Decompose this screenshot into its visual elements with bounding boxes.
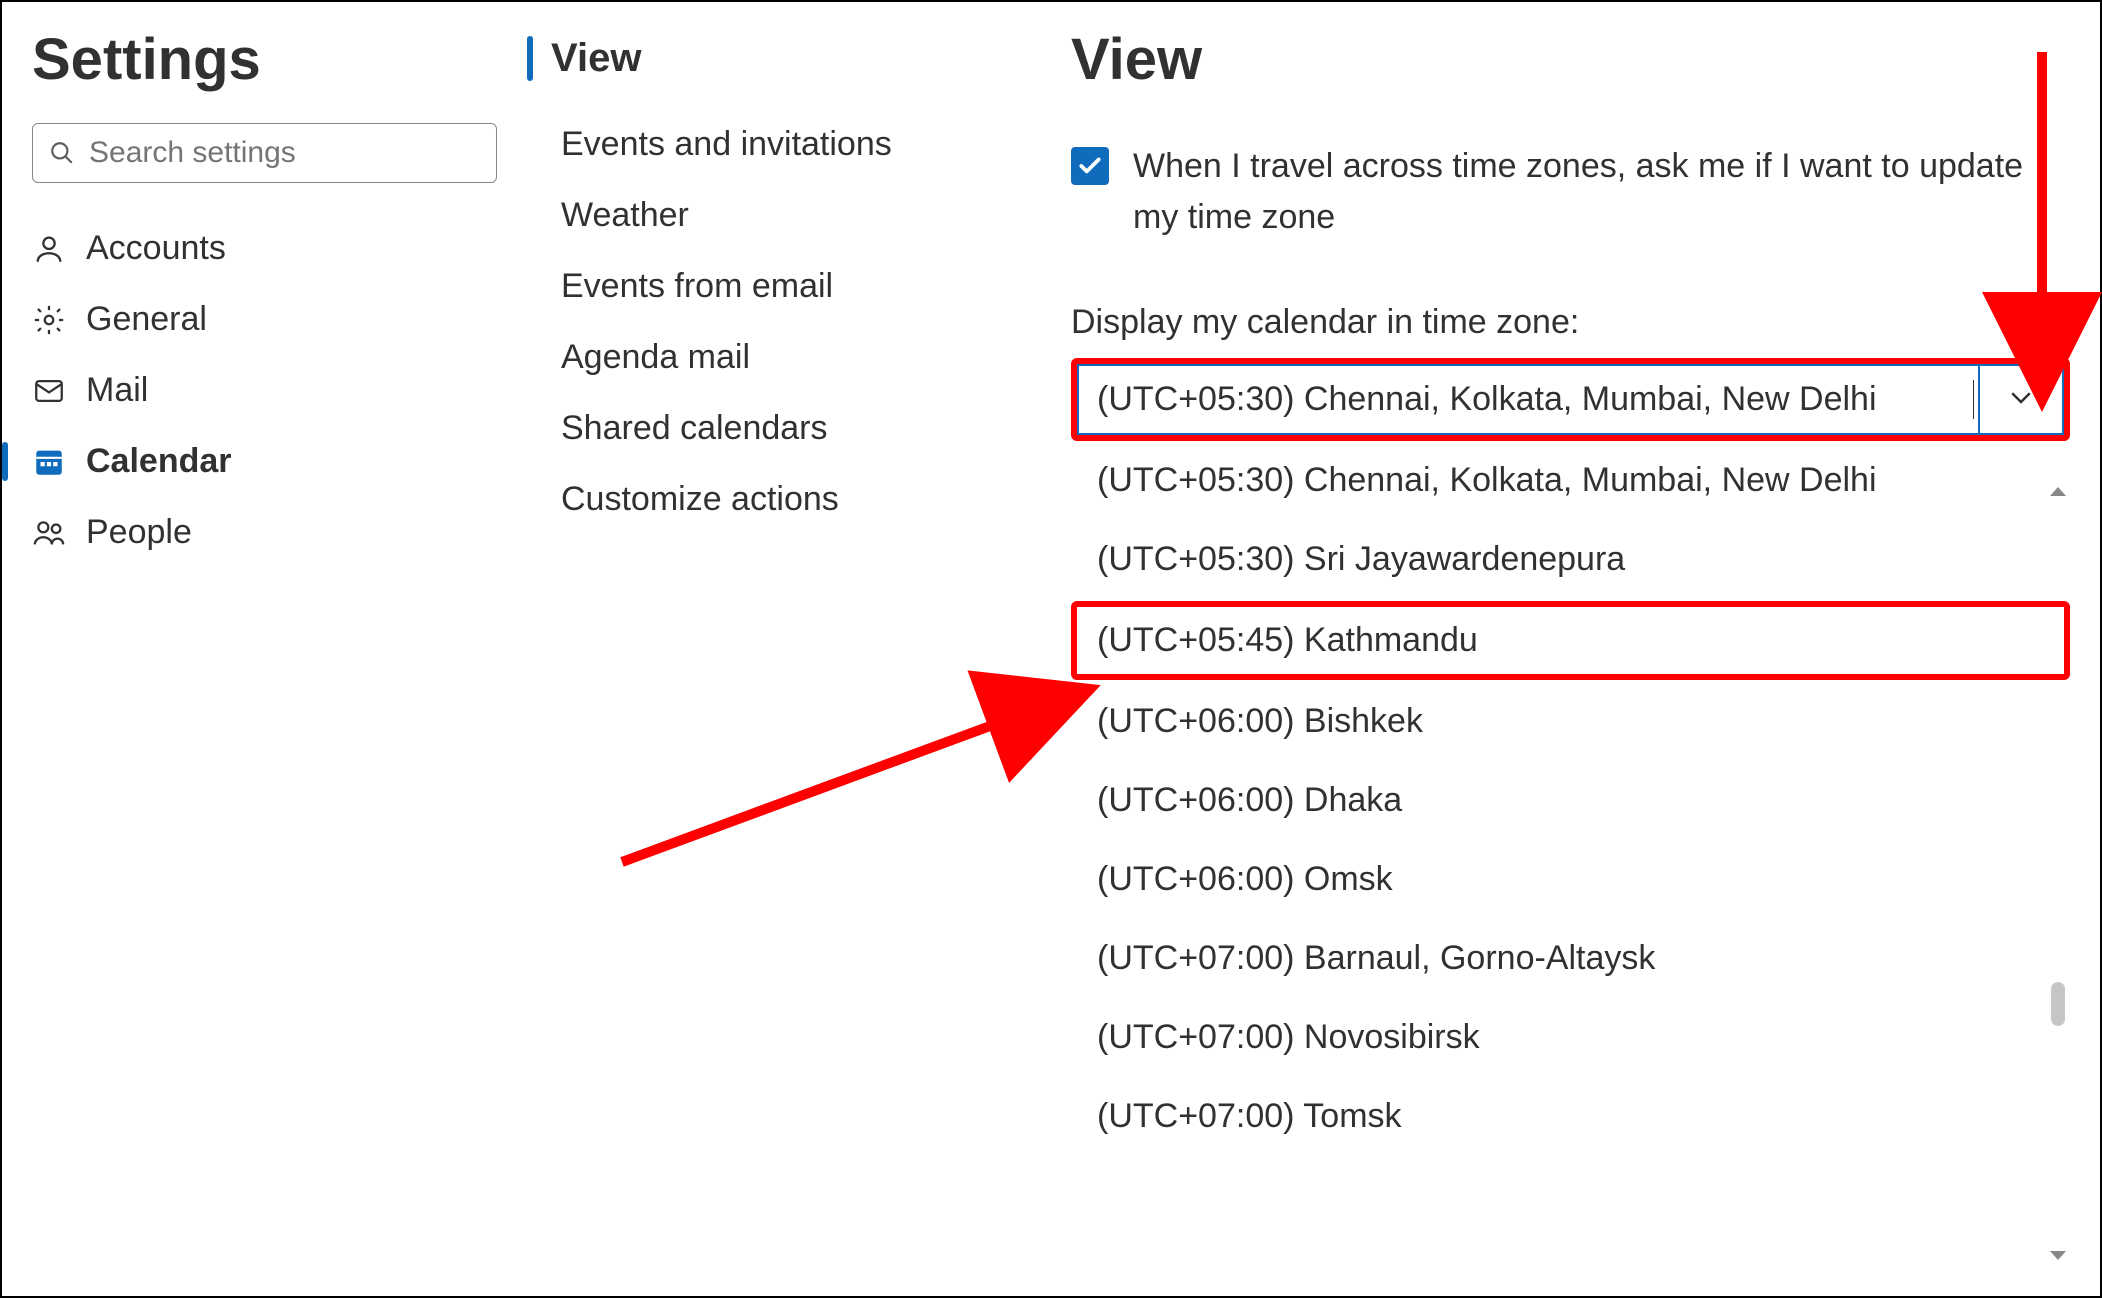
nav-label: People: [86, 513, 192, 552]
timezone-dropdown-button[interactable]: [1978, 366, 2062, 433]
travel-timezone-label: When I travel across time zones, ask me …: [1133, 141, 2070, 243]
timezone-listbox[interactable]: (UTC+05:30) Chennai, Kolkata, Mumbai, Ne…: [1071, 441, 2070, 1156]
nav-label: Mail: [86, 371, 148, 410]
nav-item-mail[interactable]: Mail: [2, 355, 497, 426]
people-icon: [32, 516, 66, 550]
subnav-item-customize-actions[interactable]: Customize actions: [537, 464, 1037, 535]
timezone-field-label: Display my calendar in time zone:: [1071, 303, 2070, 342]
nav-label: Accounts: [86, 229, 226, 268]
nav-label: General: [86, 300, 207, 339]
settings-title: Settings: [32, 26, 497, 93]
scrollbar-thumb[interactable]: [2051, 982, 2065, 1026]
nav-item-people[interactable]: People: [2, 497, 497, 568]
subnav-item-weather[interactable]: Weather: [537, 180, 1037, 251]
scroll-down-icon[interactable]: [2046, 1243, 2070, 1272]
timezone-option[interactable]: (UTC+05:30) Sri Jayawardenepura: [1071, 520, 2070, 599]
settings-sidebar: Settings Accounts: [2, 2, 527, 1296]
timezone-option[interactable]: (UTC+07:00) Novosibirsk: [1071, 998, 2070, 1077]
subnav-item-agenda-mail[interactable]: Agenda mail: [537, 322, 1037, 393]
content-heading: View: [1071, 26, 2070, 93]
settings-subnav: View Events and invitations Weather Even…: [527, 2, 1047, 1296]
subnav-item-shared-calendars[interactable]: Shared calendars: [537, 393, 1037, 464]
timezone-option[interactable]: (UTC+07:00) Tomsk: [1071, 1077, 2070, 1156]
travel-timezone-checkbox[interactable]: [1071, 147, 1109, 185]
scroll-up-icon[interactable]: [2046, 480, 2070, 509]
timezone-combobox[interactable]: (UTC+05:30) Chennai, Kolkata, Mumbai, Ne…: [1071, 358, 2070, 441]
gear-icon: [32, 303, 66, 337]
mail-icon: [32, 374, 66, 408]
search-settings-input-wrap[interactable]: [32, 123, 497, 183]
subnav-item-events-invitations[interactable]: Events and invitations: [537, 109, 1037, 180]
timezone-option[interactable]: (UTC+06:00) Omsk: [1071, 840, 2070, 919]
subnav-item-events-from-email[interactable]: Events from email: [537, 251, 1037, 322]
timezone-option[interactable]: (UTC+06:00) Dhaka: [1071, 761, 2070, 840]
travel-timezone-row: When I travel across time zones, ask me …: [1071, 141, 2070, 243]
timezone-option[interactable]: (UTC+06:00) Bishkek: [1071, 682, 2070, 761]
search-icon: [49, 140, 75, 166]
timezone-option[interactable]: (UTC+07:00) Barnaul, Gorno-Altaysk: [1071, 919, 2070, 998]
nav-item-calendar[interactable]: Calendar: [2, 426, 497, 497]
chevron-down-icon: [2006, 382, 2036, 417]
timezone-selected-value[interactable]: (UTC+05:30) Chennai, Kolkata, Mumbai, Ne…: [1079, 366, 1978, 433]
person-icon: [32, 232, 66, 266]
settings-nav: Accounts General Mail: [2, 213, 497, 568]
timezone-option[interactable]: (UTC+05:30) Chennai, Kolkata, Mumbai, Ne…: [1071, 441, 2070, 520]
search-settings-input[interactable]: [89, 136, 480, 170]
calendar-icon: [32, 445, 66, 479]
settings-content: View When I travel across time zones, as…: [1047, 2, 2100, 1296]
nav-item-general[interactable]: General: [2, 284, 497, 355]
nav-item-accounts[interactable]: Accounts: [2, 213, 497, 284]
timezone-option[interactable]: (UTC+05:45) Kathmandu: [1071, 601, 2070, 680]
subnav-heading: View: [527, 26, 1037, 91]
nav-label: Calendar: [86, 442, 232, 481]
